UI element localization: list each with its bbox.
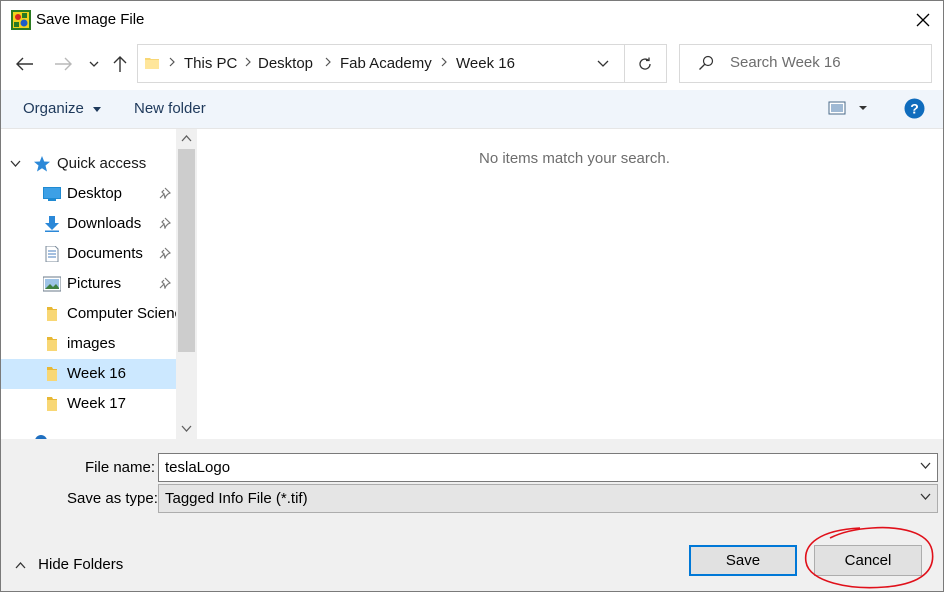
caret-down-icon <box>93 106 102 112</box>
folder-icon <box>145 58 159 69</box>
save-type-select[interactable]: Tagged Info File (*.tif) <box>158 484 938 513</box>
breadcrumb-item[interactable]: This PC <box>184 55 237 72</box>
change-view-button[interactable] <box>828 99 868 122</box>
sidebar-item-documents[interactable]: Documents <box>1 239 176 269</box>
help-button[interactable]: ? <box>904 98 925 124</box>
file-name-field[interactable]: teslaLogo <box>158 453 938 482</box>
folder-icon <box>47 367 57 381</box>
breadcrumb-item[interactable]: Desktop <box>258 55 313 72</box>
organize-label: Organize <box>23 100 84 117</box>
up-button[interactable] <box>109 53 131 75</box>
pin-icon <box>159 217 171 229</box>
arrow-up-icon <box>113 56 127 72</box>
navigation-bar: This PC Desktop Fab Academy Week 16 <box>1 41 943 87</box>
scroll-down-icon[interactable] <box>181 425 192 432</box>
arrow-left-icon <box>16 57 33 71</box>
chevron-down-icon <box>10 160 21 167</box>
navigation-pane: Quick access Desktop Downloads Documents… <box>1 129 197 439</box>
sidebar-item-label: Week 17 <box>67 395 126 412</box>
file-name-label: File name: <box>85 459 156 476</box>
new-folder-button[interactable]: New folder <box>134 100 206 117</box>
close-button[interactable] <box>909 7 937 33</box>
sidebar-item-week-17[interactable]: Week 17 <box>1 389 176 419</box>
star-icon <box>34 156 50 172</box>
search-icon <box>699 55 714 70</box>
chevron-right-icon <box>441 57 447 67</box>
command-bar: Organize New folder ? <box>1 90 943 129</box>
save-button[interactable]: Save <box>689 545 797 576</box>
search-box[interactable] <box>679 44 932 83</box>
sidebar-item-label: Week 16 <box>67 365 126 382</box>
sidebar-item-label: images <box>67 335 116 352</box>
address-bar[interactable]: This PC Desktop Fab Academy Week 16 <box>137 44 625 83</box>
chevron-right-icon <box>169 57 175 67</box>
chevron-down-icon[interactable] <box>920 462 931 469</box>
download-icon <box>45 216 59 232</box>
folder-icon <box>47 337 57 351</box>
save-type-label: Save as type: <box>67 490 158 507</box>
breadcrumb-item[interactable]: Fab Academy <box>340 55 432 72</box>
folder-icon <box>47 397 57 411</box>
search-input[interactable] <box>728 53 922 72</box>
chevron-up-icon <box>15 561 26 568</box>
sidebar-item-label: Computer Science <box>67 305 176 322</box>
file-name-value[interactable]: teslaLogo <box>165 459 230 476</box>
close-icon <box>916 13 930 27</box>
sidebar-item-week-16[interactable]: Week 16 <box>1 359 176 389</box>
help-icon: ? <box>904 98 925 119</box>
forward-button[interactable] <box>52 53 74 75</box>
app-icon <box>11 10 31 30</box>
empty-message: No items match your search. <box>479 150 670 167</box>
pin-icon <box>159 187 171 199</box>
sidebar-item-desktop[interactable]: Desktop <box>1 179 176 209</box>
sidebar-scrollbar[interactable] <box>176 129 197 439</box>
scroll-up-icon[interactable] <box>181 135 192 142</box>
chevron-right-icon <box>245 57 251 67</box>
title-bar: Save Image File <box>1 1 943 39</box>
arrow-right-icon <box>55 57 72 71</box>
svg-text:?: ? <box>910 101 919 117</box>
window-title: Save Image File <box>36 11 145 28</box>
sidebar-item-images[interactable]: images <box>1 329 176 359</box>
pin-icon <box>159 247 171 259</box>
view-options-icon <box>828 101 867 115</box>
hide-folders-label: Hide Folders <box>38 556 124 573</box>
recent-locations-button[interactable] <box>83 53 105 75</box>
back-button[interactable] <box>14 53 36 75</box>
save-dialog: Save Image File This PC Desktop Fab Acad… <box>0 0 944 592</box>
refresh-icon <box>639 57 651 70</box>
pin-icon <box>159 277 171 289</box>
chevron-down-icon[interactable] <box>597 60 609 67</box>
folder-icon <box>47 307 57 321</box>
refresh-button[interactable] <box>624 44 667 83</box>
chevron-down-icon <box>920 493 931 500</box>
sidebar-item-quick-access[interactable]: Quick access <box>1 149 176 179</box>
annotation-circle <box>804 526 934 589</box>
desktop-icon <box>43 187 61 201</box>
documents-icon <box>45 246 59 262</box>
chevron-right-icon <box>325 57 331 67</box>
sidebar-item-computer-science[interactable]: Computer Science <box>1 299 176 329</box>
file-list[interactable]: No items match your search. <box>197 129 943 439</box>
sidebar-item-downloads[interactable]: Downloads <box>1 209 176 239</box>
sidebar-item-label: Quick access <box>57 155 147 172</box>
chevron-down-icon <box>89 61 99 67</box>
organize-button[interactable]: Organize <box>23 100 102 117</box>
scrollbar-thumb[interactable] <box>178 149 195 352</box>
sidebar-item-pictures[interactable]: Pictures <box>1 269 176 299</box>
hide-folders-toggle[interactable]: Hide Folders <box>15 556 123 573</box>
pictures-icon <box>43 276 61 292</box>
save-type-value: Tagged Info File (*.tif) <box>165 490 308 507</box>
breadcrumb-item[interactable]: Week 16 <box>456 55 515 72</box>
